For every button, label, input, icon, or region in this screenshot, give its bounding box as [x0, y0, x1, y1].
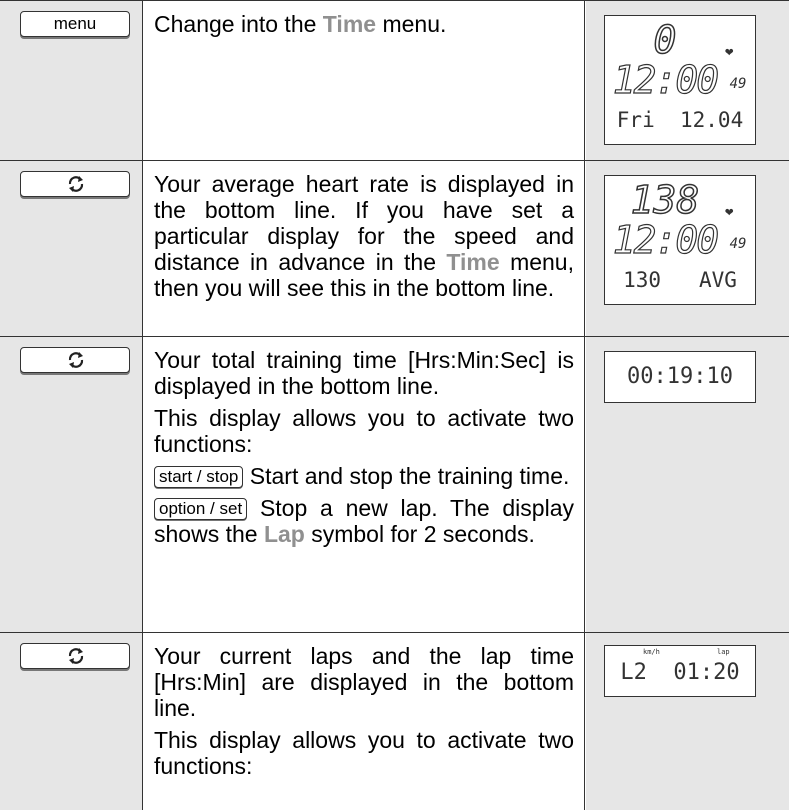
display-cell: 138 ❤ 12:00 49 130 AVG — [586, 161, 789, 337]
lcd-time-value: 12:00 — [612, 217, 720, 262]
description-text: This display allows you to activate two … — [154, 727, 574, 779]
menu-button[interactable]: menu — [20, 11, 130, 37]
description-text: This display allows you to activate two … — [154, 405, 574, 457]
cycle-arrows-icon — [68, 176, 84, 192]
button-cell — [0, 337, 143, 633]
display-cell: 0 ❤ 12:00 49 Fri 12.04 — [586, 1, 789, 161]
cycle-button[interactable] — [20, 171, 130, 197]
lcd-speed-unit: km/h — [643, 648, 660, 656]
description-text: Change into the Time menu. — [154, 11, 447, 37]
time-menu-term: Time — [322, 11, 377, 37]
description-cell: Your average heart rate is displayed in … — [144, 161, 585, 337]
lcd-seconds-value: 49 — [729, 76, 747, 92]
lcd-bottom-value: Fri 12.04 — [616, 108, 744, 132]
button-cell — [0, 633, 143, 810]
table-row: Your average heart rate is displayed in … — [0, 160, 789, 337]
lcd-bottom-value: 130 AVG — [623, 268, 737, 292]
description-text: Your average heart rate is displayed in … — [154, 171, 574, 301]
display-cell: km/h lap L2 01:20 — [586, 633, 789, 810]
description-cell: Change into the Time menu. — [144, 1, 585, 161]
lcd-bottom-value: L2 01:20 — [620, 660, 740, 685]
display-cell: 00:19:10 — [586, 337, 789, 633]
lcd-seconds-value: 49 — [729, 236, 747, 252]
lcd-display: 00:19:10 — [604, 351, 756, 403]
cycle-button[interactable] — [20, 643, 130, 669]
lap-term: Lap — [263, 521, 305, 547]
lcd-display: 0 ❤ 12:00 49 Fri 12.04 — [604, 15, 756, 145]
description-text: Your total training time [Hrs:Min:Sec] i… — [154, 347, 574, 399]
lcd-bottom-value: 00:19:10 — [627, 364, 733, 389]
description-cell: Your current laps and the lap time [Hrs:… — [144, 633, 585, 810]
instruction-table: menu Change into the Time menu. 0 ❤ 12:0… — [0, 0, 789, 810]
button-cell — [0, 161, 143, 337]
cycle-arrows-icon — [68, 648, 84, 664]
time-menu-term: Time — [446, 249, 500, 275]
table-row: Your current laps and the lap time [Hrs:… — [0, 632, 789, 810]
lcd-lap-indicator: lap — [717, 648, 730, 656]
lcd-display: km/h lap L2 01:20 — [604, 645, 756, 697]
lcd-top-value: 138 — [630, 177, 700, 223]
description-text: start / stop Start and stop the training… — [154, 463, 574, 489]
table-row: Your total training time [Hrs:Min:Sec] i… — [0, 336, 789, 633]
cycle-arrows-icon — [68, 352, 84, 368]
description-text: option / set Stop a new lap. The display… — [154, 495, 574, 547]
lcd-display: 138 ❤ 12:00 49 130 AVG — [604, 175, 756, 305]
lcd-time-value: 12:00 — [612, 57, 720, 102]
option-set-button[interactable]: option / set — [154, 498, 248, 520]
description-cell: Your total training time [Hrs:Min:Sec] i… — [144, 337, 585, 633]
table-row: menu Change into the Time menu. 0 ❤ 12:0… — [0, 0, 789, 161]
cycle-button[interactable] — [20, 347, 130, 373]
lcd-top-value: 0 — [653, 17, 677, 63]
description-text: Your current laps and the lap time [Hrs:… — [154, 643, 574, 721]
button-cell: menu — [0, 1, 143, 161]
start-stop-button[interactable]: start / stop — [154, 466, 244, 488]
